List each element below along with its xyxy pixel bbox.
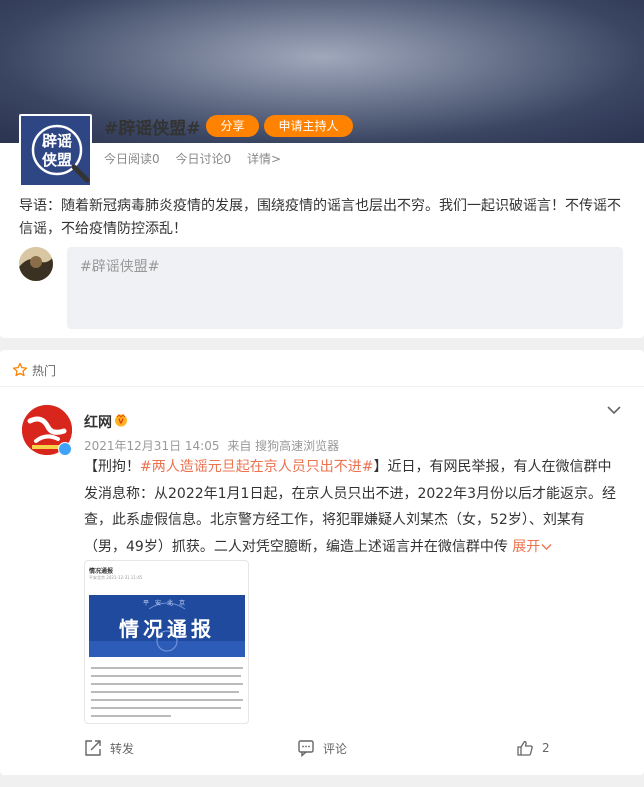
feed-card: 热门 红网 V 2021年12月31日 14:05 来自 搜狗高速浏览器 【刑拘… (0, 350, 644, 775)
post-body-prefix: 【刑拘！ (84, 459, 140, 475)
comment-button[interactable]: 评论 (297, 739, 347, 757)
image-banner-small: 平安北京 (142, 600, 191, 607)
repost-icon (85, 740, 101, 756)
post-source: 来自 搜狗高速浏览器 (227, 439, 340, 453)
post-body: 【刑拘！#两人造谣元旦起在京人员只出不进#】近日，有网民举报，有人在微信群中发消… (84, 454, 624, 560)
image-title: 情况通报 (89, 568, 114, 575)
apply-host-button[interactable]: 申请主持人 (264, 115, 353, 137)
like-count: 2 (542, 741, 550, 755)
compose-input[interactable] (67, 247, 623, 329)
divider (0, 386, 644, 387)
topic-avatar: 辟谣 侠盟 (19, 114, 92, 187)
post-timestamp[interactable]: 2021年12月31日 14:05 (84, 439, 219, 453)
image-text-line (91, 675, 241, 677)
image-text-line (91, 699, 243, 701)
chevron-down-icon (541, 543, 552, 550)
image-text-line (91, 683, 243, 685)
hot-header: 热门 (12, 360, 56, 380)
like-button[interactable]: 2 (516, 739, 550, 757)
svg-text:侠盟: 侠盟 (42, 151, 72, 169)
repost-button[interactable]: 转发 (84, 739, 134, 757)
post-actions: 转发 评论 2 (0, 739, 644, 763)
topic-title: #辟谣侠盟# (104, 119, 201, 139)
image-banner-text: 情况通报 (119, 617, 215, 641)
topic-stats: 今日阅读0 今日讨论0 详情> (104, 150, 293, 167)
image-subtitle: 平安北京 2021-12-31 11:45 (89, 575, 143, 580)
topic-intro: 导语：随着新冠病毒肺炎疫情的发展，围绕疫情的谣言也层出不穷。我们一起识破谣言！不… (19, 198, 621, 237)
svg-text:V: V (118, 418, 124, 426)
post-hashtag[interactable]: #两人造谣元旦起在京人员只出不进# (140, 459, 373, 475)
repost-label: 转发 (110, 741, 135, 756)
image-text-line (91, 667, 243, 669)
today-reads: 今日阅读0 (104, 152, 160, 166)
image-text-line (91, 715, 171, 717)
post-meta: 2021年12月31日 14:05 来自 搜狗高速浏览器 (84, 437, 343, 454)
hot-label: 热门 (32, 363, 57, 378)
star-icon (12, 362, 28, 377)
today-discussions: 今日讨论0 (175, 152, 232, 166)
post-image[interactable]: 情况通报 平安北京 2021-12-31 11:45 平安北京 情况通报 (84, 560, 249, 724)
user-avatar[interactable] (19, 247, 53, 281)
image-banner: 平安北京 情况通报 (89, 595, 245, 657)
verified-icon (58, 442, 72, 456)
share-button[interactable]: 分享 (206, 115, 259, 137)
comment-icon (298, 740, 314, 757)
expand-label[interactable]: 展开 (512, 539, 540, 555)
details-link[interactable]: 详情> (247, 152, 281, 166)
thumbs-up-icon (517, 740, 533, 756)
author-avatar[interactable] (22, 405, 72, 456)
comment-label: 评论 (323, 741, 348, 756)
image-text-line (91, 691, 239, 693)
topic-card: 辟谣 侠盟 #辟谣侠盟# 分享 申请主持人 今日阅读0 今日讨论0 详情> 导语… (0, 0, 644, 338)
author-name[interactable]: 红网 (84, 412, 112, 432)
svg-text:辟谣: 辟谣 (42, 132, 72, 150)
image-text-line (91, 707, 241, 709)
vip-badge-icon: V (115, 414, 127, 427)
expand-link[interactable]: 展开 (512, 539, 552, 555)
chevron-down-icon[interactable] (606, 404, 622, 416)
